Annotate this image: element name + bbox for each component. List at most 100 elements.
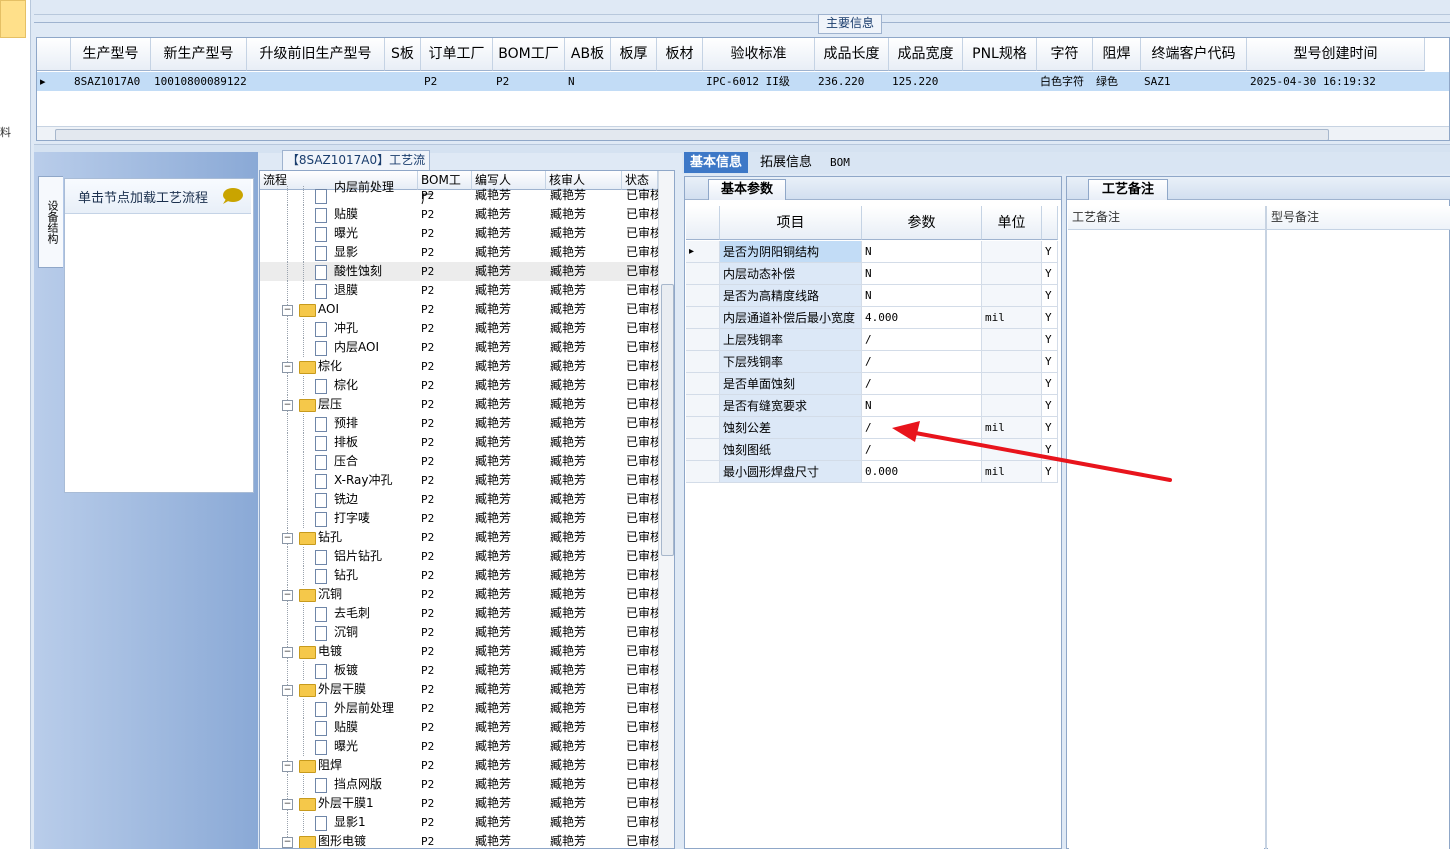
process-tree-row[interactable]: − 层压 P2 臧艳芳 臧艳芳 已审核: [260, 395, 658, 414]
column-header[interactable]: 新生产型号: [151, 38, 247, 71]
param-flag[interactable]: Y: [1042, 351, 1058, 373]
tree-collapse-icon[interactable]: −: [282, 590, 293, 601]
tree-collapse-icon[interactable]: −: [282, 647, 293, 658]
param-row[interactable]: 内层通道补偿后最小宽度 4.000 mil Y: [686, 307, 1058, 329]
grid-cell[interactable]: N: [565, 72, 611, 91]
param-item[interactable]: 是否为阴阳铜结构: [720, 241, 862, 263]
grid-cell[interactable]: 8SAZ1017A0: [71, 72, 151, 91]
process-tree-row[interactable]: 曝光 P2 臧艳芳 臧艳芳 已审核: [260, 224, 658, 243]
param-item[interactable]: 内层动态补偿: [720, 263, 862, 285]
param-row[interactable]: 蚀刻公差 / mil Y: [686, 417, 1058, 439]
process-tree-row[interactable]: 内层前处理 P2 臧艳芳 臧艳芳 已审核: [260, 180, 658, 205]
param-column-header[interactable]: [1042, 206, 1058, 240]
tree-collapse-icon[interactable]: −: [282, 533, 293, 544]
highlighted-nav-item[interactable]: [0, 0, 26, 38]
process-tree-row[interactable]: − 图形电镀 P2 臧艳芳 臧艳芳 已审核: [260, 832, 658, 848]
process-tree-row[interactable]: 棕化 P2 臧艳芳 臧艳芳 已审核: [260, 376, 658, 395]
column-header[interactable]: 验收标准: [703, 38, 815, 71]
param-flag[interactable]: Y: [1042, 263, 1058, 285]
grid-cell[interactable]: P2: [421, 72, 493, 91]
process-tree-row[interactable]: − AOI P2 臧艳芳 臧艳芳 已审核: [260, 300, 658, 319]
param-item[interactable]: 上层残铜率: [720, 329, 862, 351]
process-tree-row[interactable]: X-Ray冲孔 P2 臧艳芳 臧艳芳 已审核: [260, 471, 658, 490]
process-tree-row[interactable]: 显影 P2 臧艳芳 臧艳芳 已审核: [260, 243, 658, 262]
param-unit[interactable]: mil: [982, 417, 1042, 439]
process-tree-row[interactable]: 钻孔 P2 臧艳芳 臧艳芳 已审核: [260, 566, 658, 585]
param-flag[interactable]: Y: [1042, 285, 1058, 307]
param-row[interactable]: 蚀刻图纸 / Y: [686, 439, 1058, 461]
param-column-header[interactable]: 单位: [982, 206, 1042, 240]
column-header[interactable]: BOM工厂: [493, 38, 565, 71]
main-info-grid[interactable]: 生产型号 新生产型号 升级前旧生产型号 S板 订单工厂 BOM工厂 AB板 板厚 板材 验收标准成…: [36, 37, 1450, 141]
param-unit[interactable]: [982, 329, 1042, 351]
param-unit[interactable]: [982, 439, 1042, 461]
param-row[interactable]: 上层残铜率 / Y: [686, 329, 1058, 351]
param-unit[interactable]: [982, 395, 1042, 417]
process-tree-row[interactable]: − 外层干膜1 P2 臧艳芳 臧艳芳 已审核: [260, 794, 658, 813]
param-unit[interactable]: [982, 373, 1042, 395]
column-header[interactable]: PNL规格: [963, 38, 1037, 71]
column-header[interactable]: 终端客户代码: [1141, 38, 1247, 71]
grid-cell[interactable]: SAZ1: [1141, 72, 1247, 91]
param-value[interactable]: /: [862, 417, 982, 439]
param-value[interactable]: N: [862, 285, 982, 307]
grid-cell[interactable]: 236.220: [815, 72, 889, 91]
column-header[interactable]: 阻焊: [1093, 38, 1141, 71]
grid-cell[interactable]: [247, 72, 385, 91]
param-value[interactable]: N: [862, 263, 982, 285]
horizontal-scrollbar[interactable]: [37, 126, 1449, 140]
param-item[interactable]: 是否有缝宽要求: [720, 395, 862, 417]
param-unit[interactable]: [982, 351, 1042, 373]
process-tree-row[interactable]: 压合 P2 臧艳芳 臧艳芳 已审核: [260, 452, 658, 471]
tab-basic-info[interactable]: 基本信息: [684, 152, 749, 173]
tree-collapse-icon[interactable]: −: [282, 685, 293, 696]
process-tree-row[interactable]: 冲孔 P2 臧艳芳 臧艳芳 已审核: [260, 319, 658, 338]
param-column-header[interactable]: 参数: [862, 206, 982, 240]
grid-cell[interactable]: 绿色: [1093, 72, 1141, 91]
process-tree-row[interactable]: 贴膜 P2 臧艳芳 臧艳芳 已审核: [260, 718, 658, 737]
grid-cell[interactable]: 2025-04-30 16:19:32: [1247, 72, 1425, 91]
tree-collapse-icon[interactable]: −: [282, 761, 293, 772]
remarks-title[interactable]: 工艺备注: [1088, 179, 1168, 200]
param-row[interactable]: 下层残铜率 / Y: [686, 351, 1058, 373]
process-tree-row[interactable]: 挡点网版 P2 臧艳芳 臧艳芳 已审核: [260, 775, 658, 794]
grid-cell[interactable]: 125.220: [889, 72, 963, 91]
column-header[interactable]: S板: [385, 38, 421, 71]
grid-cell[interactable]: [963, 72, 1037, 91]
model-note-textarea[interactable]: [1268, 231, 1449, 849]
param-row[interactable]: 最小圆形焊盘尺寸 0.000 mil Y: [686, 461, 1058, 483]
grid-cell[interactable]: [611, 72, 657, 91]
grid-cell[interactable]: P2: [493, 72, 565, 91]
grid-cell[interactable]: 白色字符: [1037, 72, 1093, 91]
param-unit[interactable]: [982, 263, 1042, 285]
process-tree-row[interactable]: 打字唛 P2 臧艳芳 臧艳芳 已审核: [260, 509, 658, 528]
param-flag[interactable]: Y: [1042, 461, 1058, 483]
param-row[interactable]: 是否有缝宽要求 N Y: [686, 395, 1058, 417]
process-tree-row[interactable]: 铝片钻孔 P2 臧艳芳 臧艳芳 已审核: [260, 547, 658, 566]
tree-collapse-icon[interactable]: −: [282, 799, 293, 810]
process-tree-row[interactable]: 显影1 P2 臧艳芳 臧艳芳 已审核: [260, 813, 658, 832]
param-row[interactable]: 内层动态补偿 N Y: [686, 263, 1058, 285]
scrollbar-thumb[interactable]: [55, 129, 1329, 140]
column-header[interactable]: 板材: [657, 38, 703, 71]
param-column-header[interactable]: 项目: [720, 206, 862, 240]
tree-collapse-icon[interactable]: −: [282, 837, 293, 848]
param-value[interactable]: /: [862, 351, 982, 373]
param-unit[interactable]: [982, 285, 1042, 307]
grid-cell[interactable]: 10010800089122: [151, 72, 247, 91]
process-tree-row[interactable]: − 棕化 P2 臧艳芳 臧艳芳 已审核: [260, 357, 658, 376]
param-unit[interactable]: mil: [982, 307, 1042, 329]
process-tree-row[interactable]: 贴膜 P2 臧艳芳 臧艳芳 已审核: [260, 205, 658, 224]
grid-cell[interactable]: [385, 72, 421, 91]
column-header[interactable]: 板厚: [611, 38, 657, 71]
param-item[interactable]: 内层通道补偿后最小宽度: [720, 307, 862, 329]
process-tree-row[interactable]: − 沉铜 P2 臧艳芳 臧艳芳 已审核: [260, 585, 658, 604]
param-row[interactable]: 是否为高精度线路 N Y: [686, 285, 1058, 307]
column-header[interactable]: 订单工厂: [421, 38, 493, 71]
param-item[interactable]: 最小圆形焊盘尺寸: [720, 461, 862, 483]
process-tree-row[interactable]: 内层AOI P2 臧艳芳 臧艳芳 已审核: [260, 338, 658, 357]
process-tree-row[interactable]: 板镀 P2 臧艳芳 臧艳芳 已审核: [260, 661, 658, 680]
param-unit[interactable]: mil: [982, 461, 1042, 483]
process-tree-row[interactable]: 铣边 P2 臧艳芳 臧艳芳 已审核: [260, 490, 658, 509]
column-header[interactable]: 成品宽度: [889, 38, 963, 71]
